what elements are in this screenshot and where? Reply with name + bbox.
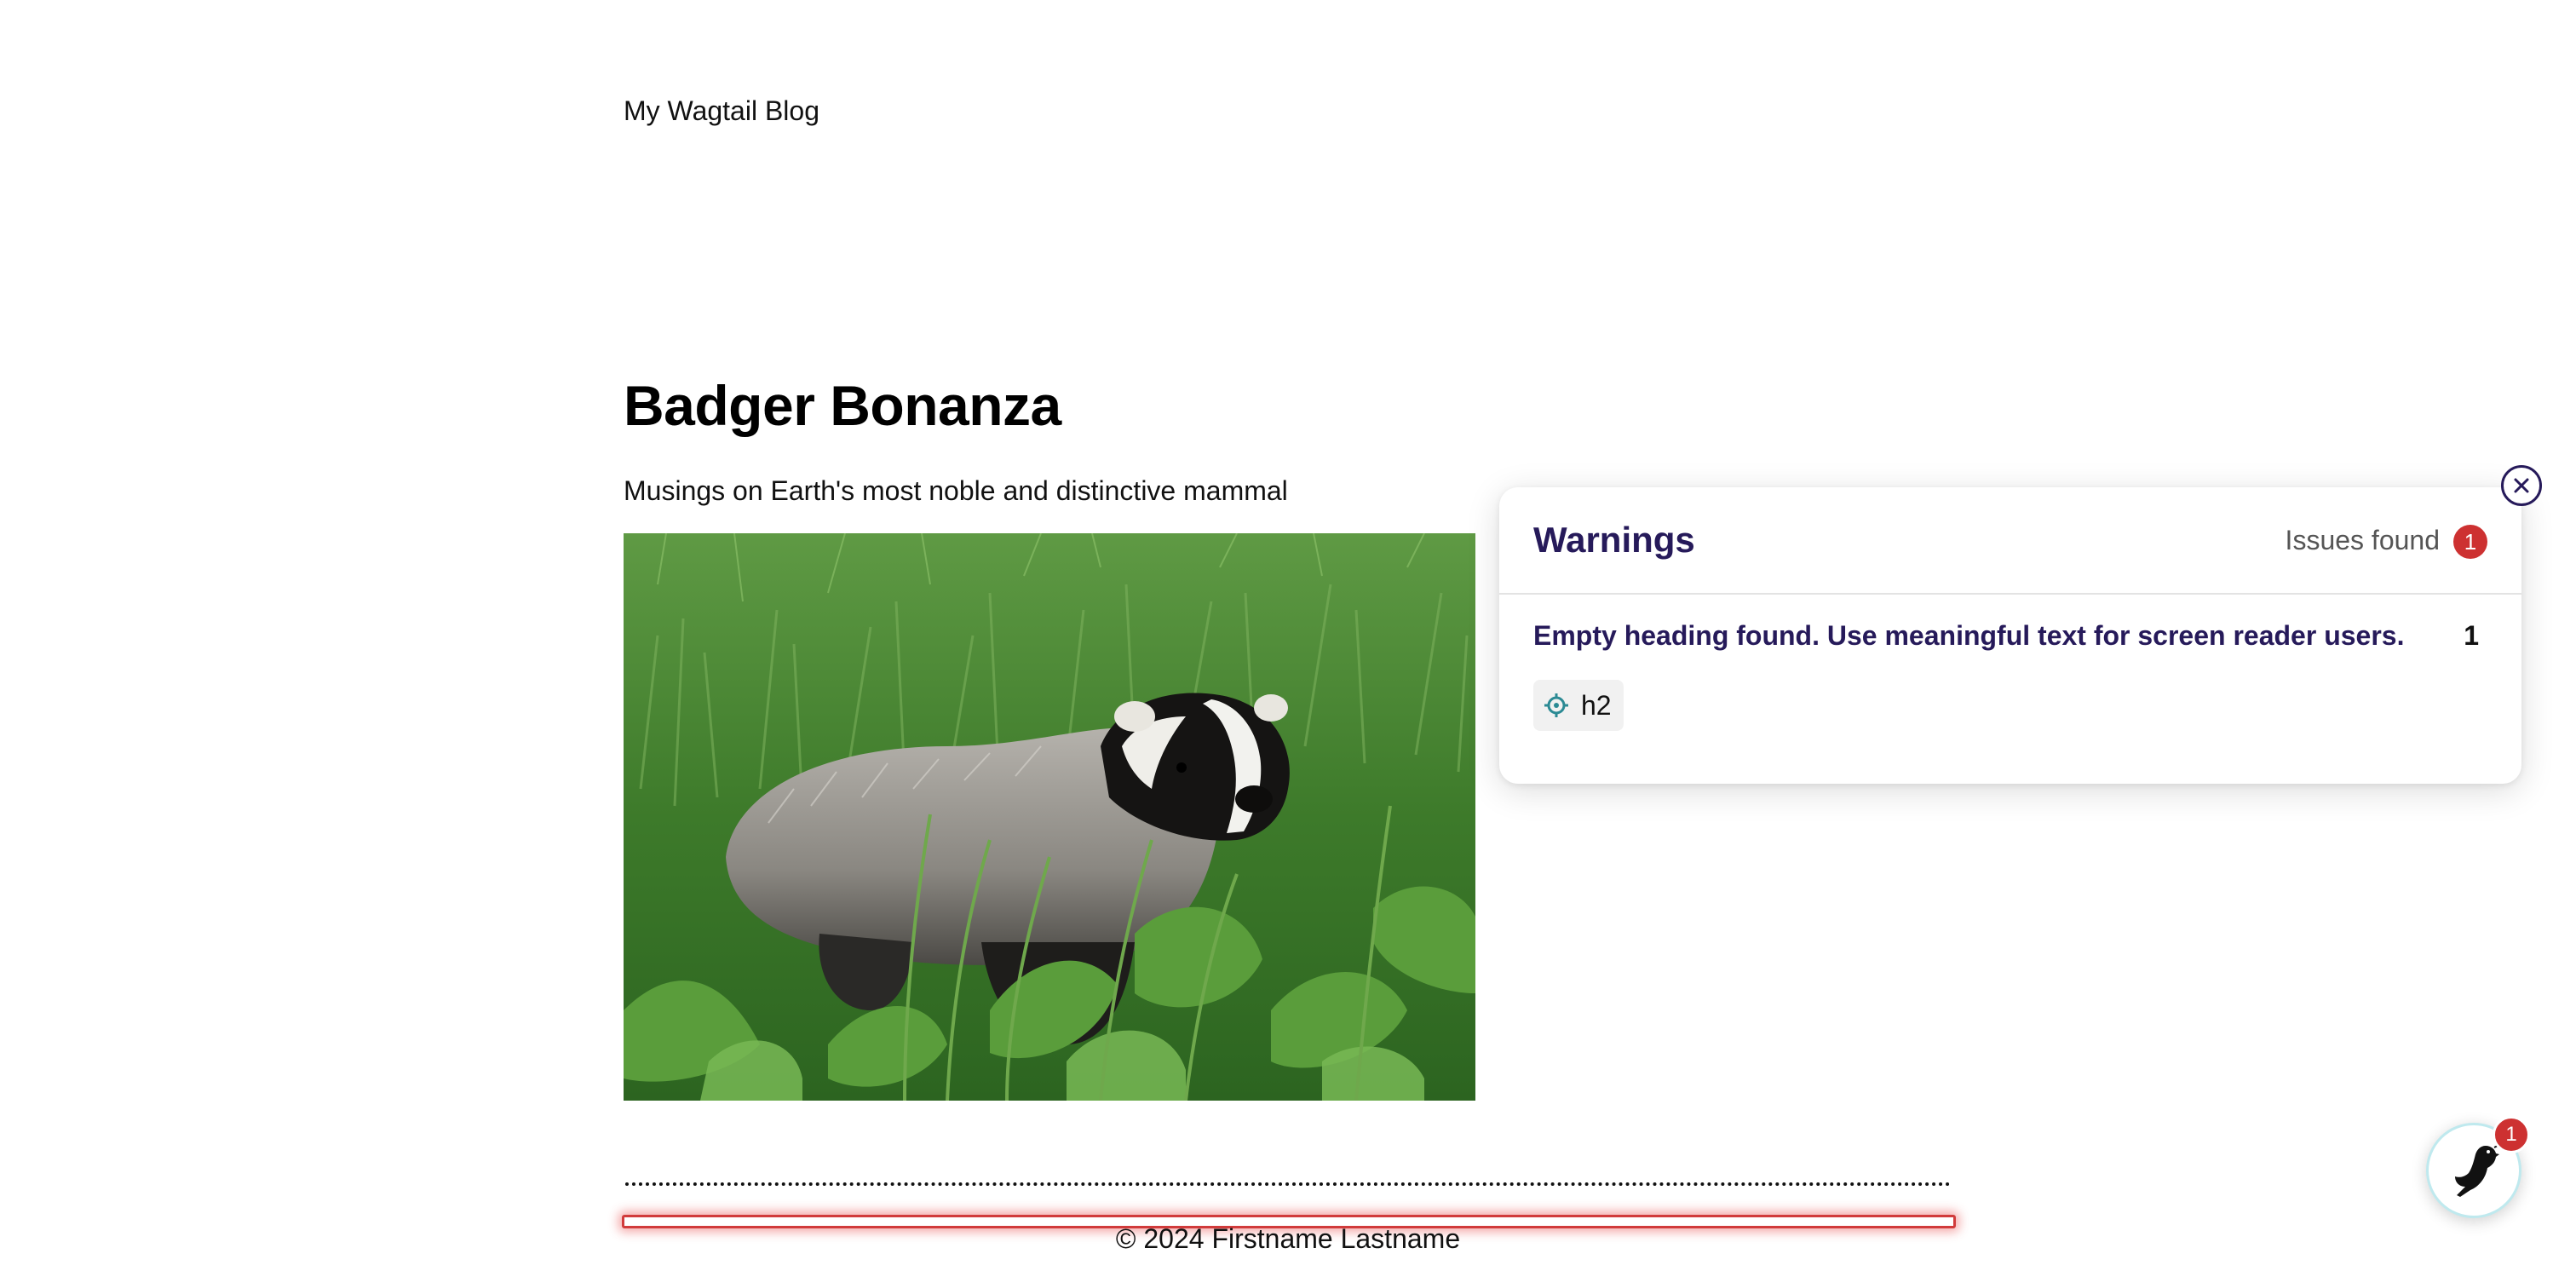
page-title: Badger Bonanza: [624, 374, 1061, 437]
issue-message: Empty heading found. Use meaningful text…: [1533, 620, 2405, 651]
issue-count: 1: [2464, 620, 2479, 651]
issues-count-badge: 1: [2453, 525, 2487, 559]
panel-title: Warnings: [1533, 520, 1695, 560]
accessibility-checker-panel: Warnings Issues found 1 Empty heading fo…: [1499, 487, 2521, 784]
issue-element-tag: h2: [1581, 689, 1612, 721]
badger-image: [624, 533, 1475, 1101]
footer-divider: [625, 1182, 1951, 1186]
wagtail-bird-icon: [2455, 1145, 2499, 1197]
crosshair-icon: [1544, 693, 1568, 717]
footer-copyright: © 2024 Firstname Lastname: [1115, 1223, 1461, 1254]
close-panel-button[interactable]: [2501, 465, 2542, 506]
page: My Wagtail Blog Badger Bonanza Musings o…: [0, 0, 2576, 1271]
page-intro: Musings on Earth's most noble and distin…: [624, 475, 1288, 506]
panel-header: Warnings Issues found 1: [1499, 487, 2521, 595]
issues-found-label: Issues found: [2285, 525, 2440, 555]
close-icon: [2514, 478, 2529, 493]
site-name[interactable]: My Wagtail Blog: [624, 94, 819, 128]
userbar-issues-badge: 1: [2493, 1116, 2530, 1153]
issue-element-button[interactable]: h2: [1533, 680, 1624, 731]
